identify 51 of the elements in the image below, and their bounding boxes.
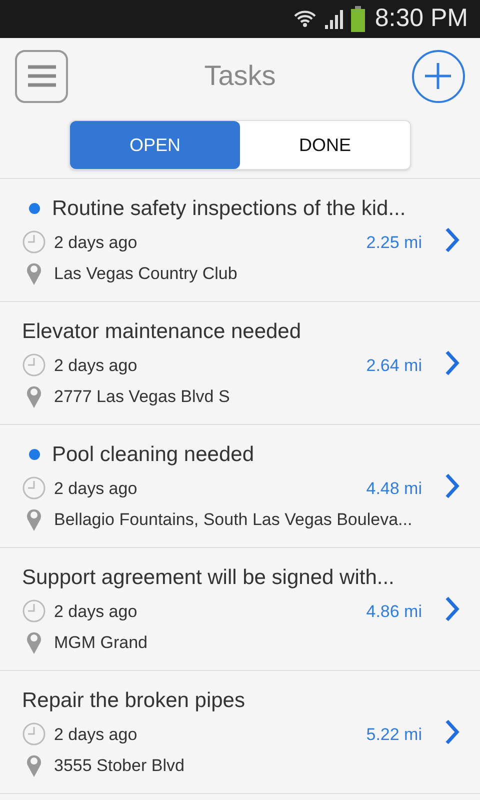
clock-icon	[22, 353, 46, 378]
location: Bellagio Fountains, South Las Vegas Bouleva...	[54, 509, 412, 531]
location-pin-icon	[26, 262, 42, 286]
distance: 2.64 mi	[366, 354, 422, 376]
chevron-right-icon	[444, 350, 460, 376]
page-title: Tasks	[204, 59, 276, 93]
segment-tab[interactable]: DONE	[240, 121, 410, 169]
clock-icon	[22, 230, 46, 254]
task-row[interactable]: Repair the broken pipes 2 days ago 5.22 mi 3555 Stober Blvd	[0, 670, 480, 793]
task-title: Pool cleaning needed	[52, 442, 254, 468]
location-pin-icon	[26, 754, 42, 778]
menu-icon	[28, 65, 56, 87]
task-title: Support agreement will be signed with...	[22, 564, 394, 591]
task-row[interactable]: Routine safety inspections of the kid... 2 days ago 2.25 mi Las Vegas Country Club	[0, 178, 480, 301]
clock-icon	[22, 476, 46, 500]
signal-icon	[322, 9, 345, 29]
time-ago: 2 days ago	[54, 600, 138, 622]
wifi-icon	[292, 8, 317, 30]
time-ago: 2 days ago	[54, 478, 138, 500]
location: 2777 Las Vegas Blvd S	[54, 386, 230, 408]
distance: 2.25 mi	[366, 232, 422, 254]
task-title: Repair the broken pipes	[22, 688, 245, 714]
task-title: Routine safety inspections of the kid...	[52, 196, 406, 222]
clock-icon	[22, 599, 46, 624]
location-pin-icon	[26, 630, 42, 655]
location: Las Vegas Country Club	[54, 263, 238, 285]
chevron-right-icon	[444, 227, 460, 253]
plus-icon	[425, 63, 452, 89]
task-title: Elevator maintenance needed	[22, 318, 302, 345]
time-ago: 2 days ago	[54, 724, 138, 746]
task-row[interactable]: Pool cleaning needed 2 days ago 4.48 mi Bellagio Fountains, South Las Vegas Bouleva...	[0, 424, 480, 547]
distance: 4.86 mi	[366, 600, 422, 622]
chevron-right-icon	[444, 719, 460, 745]
battery-icon	[350, 6, 365, 32]
location: MGM Grand	[54, 632, 148, 654]
location-pin-icon	[26, 508, 42, 532]
location-pin-icon	[26, 384, 42, 409]
time-ago: 2 days ago	[54, 354, 138, 376]
distance: 4.48 mi	[366, 478, 422, 500]
task-row[interactable]: Elevator maintenance needed 2 days ago 2.64 mi 2777 Las Vegas Blvd S	[0, 301, 480, 424]
menu-button[interactable]	[15, 50, 68, 102]
distance: 5.22 mi	[366, 724, 422, 746]
clock-icon	[22, 722, 46, 746]
chevron-right-icon	[444, 596, 460, 622]
location: 3555 Stober Blvd	[54, 755, 184, 777]
segment-tab[interactable]: OPEN	[70, 121, 240, 169]
status-time: 8:30 PM	[374, 3, 468, 34]
task-row[interactable]: Support agreement will be signed with... 2 days ago 4.86 mi MGM Grand	[0, 547, 480, 670]
add-button[interactable]	[412, 50, 465, 102]
chevron-right-icon	[444, 473, 460, 499]
time-ago: 2 days ago	[54, 232, 138, 254]
